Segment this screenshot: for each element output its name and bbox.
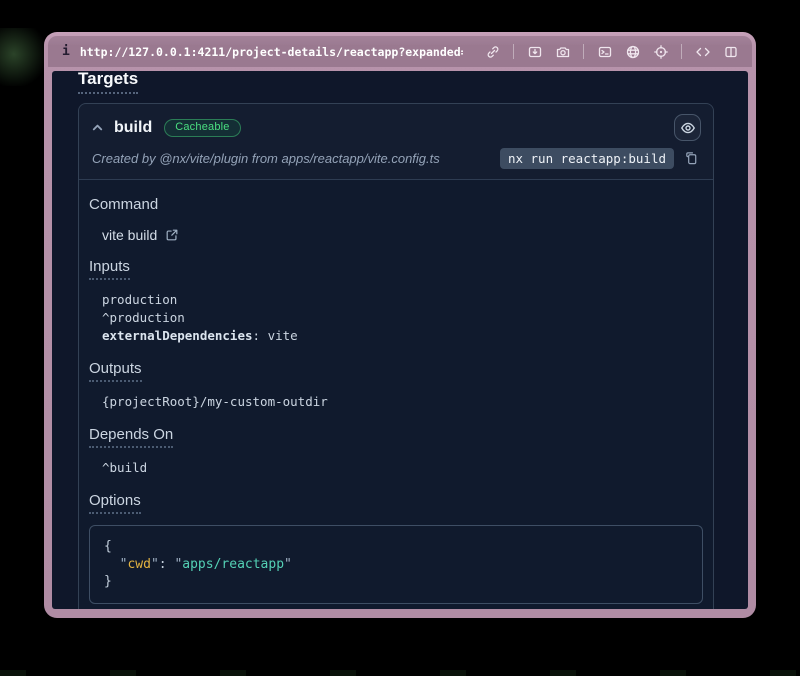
toolbar-divider bbox=[681, 44, 682, 59]
inputs-section: Inputs production ^production externalDe… bbox=[89, 258, 703, 345]
options-section: Options { "cwd": "apps/reactapp"} bbox=[89, 492, 703, 604]
browser-window: i http://127.0.0.1:4211/project-details/… bbox=[44, 32, 756, 618]
run-command-chip[interactable]: nx run reactapp:build bbox=[500, 148, 674, 169]
copy-button[interactable] bbox=[684, 151, 699, 166]
created-by-text: Created by @nx/vite/plugin from apps/rea… bbox=[92, 151, 440, 166]
project-details-page: Targets build Cacheable Created by @nx/v… bbox=[52, 71, 748, 609]
browser-toolbar: i http://127.0.0.1:4211/project-details/… bbox=[48, 36, 752, 67]
json-line: "cwd": "apps/reactapp" bbox=[104, 556, 688, 574]
terminal-icon[interactable] bbox=[595, 42, 614, 61]
toolbar-divider bbox=[513, 44, 514, 59]
json-line: { bbox=[104, 538, 688, 556]
target-name: build bbox=[114, 119, 152, 137]
options-heading: Options bbox=[89, 492, 141, 514]
link-icon[interactable] bbox=[483, 42, 502, 61]
json-line: } bbox=[104, 573, 688, 591]
code-icon[interactable] bbox=[693, 42, 712, 61]
command-section: Command vite build bbox=[89, 196, 703, 243]
copy-icon bbox=[684, 151, 699, 166]
input-value: production bbox=[102, 291, 703, 309]
import-box-icon[interactable] bbox=[525, 42, 544, 61]
target-card-build: build Cacheable Created by @nx/vite/plug… bbox=[78, 103, 714, 609]
targets-heading: Targets bbox=[78, 71, 138, 94]
toolbar-icons bbox=[483, 42, 740, 61]
outputs-section: Outputs {projectRoot}/my-custom-outdir bbox=[89, 360, 703, 411]
info-icon: i bbox=[62, 44, 70, 59]
options-json-block: { "cwd": "apps/reactapp"} bbox=[89, 525, 703, 604]
input-value: externalDependencies: vite bbox=[102, 327, 703, 345]
input-value: ^production bbox=[102, 309, 703, 327]
external-link-icon[interactable] bbox=[165, 228, 179, 242]
depends-on-heading: Depends On bbox=[89, 426, 173, 448]
target-icon[interactable] bbox=[651, 42, 670, 61]
depends-on-value: ^build bbox=[102, 459, 703, 477]
eye-icon bbox=[681, 123, 693, 132]
output-value: {projectRoot}/my-custom-outdir bbox=[102, 393, 703, 411]
build-card-body: Command vite build Inputs production bbox=[79, 180, 713, 609]
inputs-heading: Inputs bbox=[89, 258, 130, 280]
cacheable-badge: Cacheable bbox=[164, 119, 240, 137]
build-card-header[interactable]: build Cacheable Created by @nx/vite/plug… bbox=[79, 104, 713, 180]
address-url[interactable]: http://127.0.0.1:4211/project-details/re… bbox=[80, 45, 463, 59]
split-panel-icon[interactable] bbox=[721, 42, 740, 61]
chevron-up-icon[interactable] bbox=[91, 121, 105, 135]
globe-icon[interactable] bbox=[623, 42, 642, 61]
outputs-heading: Outputs bbox=[89, 360, 142, 382]
camera-icon[interactable] bbox=[553, 42, 572, 61]
view-in-graph-button[interactable] bbox=[674, 114, 701, 141]
depends-on-section: Depends On ^build bbox=[89, 426, 703, 477]
toolbar-divider bbox=[583, 44, 584, 59]
command-value: vite build bbox=[102, 227, 157, 243]
command-heading: Command bbox=[89, 196, 158, 216]
